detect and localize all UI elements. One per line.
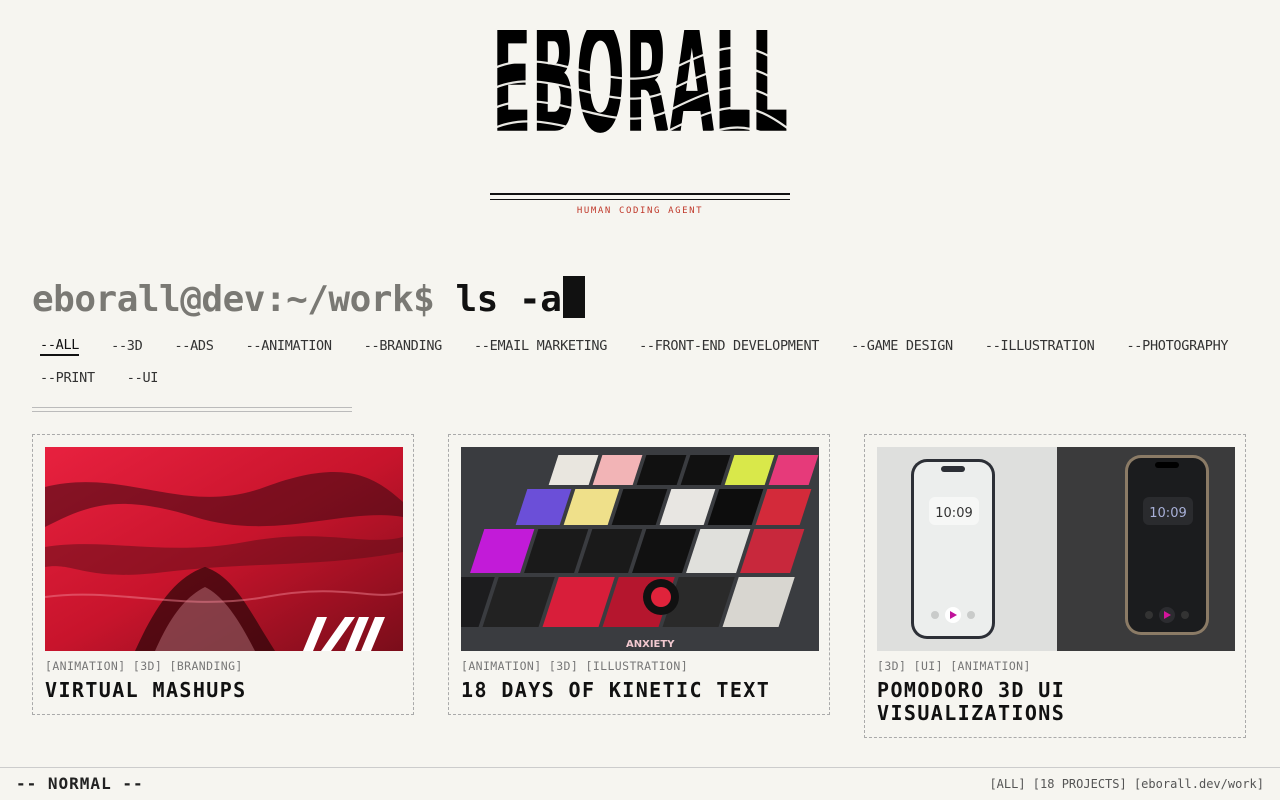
poster-grid-image: ANXIETY [461, 447, 819, 651]
project-title[interactable]: VIRTUAL MASHUPS [45, 679, 401, 702]
site-logo[interactable]: EBORALL HUMAN CODING AGENT [490, 30, 790, 216]
filter-ui[interactable]: --UI [127, 368, 159, 388]
project-card[interactable]: [ANIMATION] [3D] [BRANDING] VIRTUAL MASH… [32, 434, 414, 715]
logo-tagline: HUMAN CODING AGENT [576, 206, 704, 216]
cursor-block [563, 276, 586, 318]
svg-text:10:09: 10:09 [1149, 506, 1186, 521]
filter-illustration[interactable]: --ILLUSTRATION [985, 336, 1095, 356]
category-filters: --ALL --3D --ADS --ANIMATION --BRANDING … [40, 336, 1240, 388]
project-tags: [3D] [UI] [ANIMATION] [877, 659, 1031, 673]
status-bar: -- NORMAL -- [ALL] [18 PROJECTS] [eboral… [0, 767, 1280, 800]
section-divider [32, 407, 352, 412]
filter-all[interactable]: --ALL [40, 336, 79, 356]
project-card[interactable]: 10:09 10:09 [3D] [UI] [ANIMATION] POMODO… [864, 434, 1246, 738]
project-tags: [ANIMATION] [3D] [BRANDING] [45, 659, 243, 673]
prompt-user: eborall@dev:~/work$ [32, 279, 435, 320]
project-title[interactable]: 18 DAYS OF KINETIC TEXT [461, 679, 817, 702]
filter-game-design[interactable]: --GAME DESIGN [851, 336, 953, 356]
red-abstract-image [45, 447, 403, 651]
filter-ads[interactable]: --ADS [174, 336, 213, 356]
filter-front-end-development[interactable]: --FRONT-END DEVELOPMENT [639, 336, 819, 356]
filter-3d[interactable]: --3D [111, 336, 143, 356]
logo-underline [490, 193, 790, 200]
logo-wordmark: EBORALL [490, 30, 790, 166]
project-title[interactable]: POMODORO 3D UI VISUALIZATIONS [877, 679, 1233, 725]
status-info: [ALL] [18 PROJECTS] [eborall.dev/work] [989, 777, 1264, 791]
project-thumbnail[interactable]: 10:09 10:09 [877, 447, 1235, 651]
mode-indicator: -- NORMAL -- [16, 774, 144, 793]
project-tags: [ANIMATION] [3D] [ILLUSTRATION] [461, 659, 689, 673]
terminal-prompt: eborall@dev:~/work$ ls -a [32, 276, 586, 322]
filter-animation[interactable]: --ANIMATION [246, 336, 332, 356]
svg-text:ANXIETY: ANXIETY [626, 639, 675, 650]
svg-text:10:09: 10:09 [935, 506, 972, 521]
project-thumbnail[interactable]: ANXIETY [461, 447, 819, 651]
filter-email-marketing[interactable]: --EMAIL MARKETING [474, 336, 607, 356]
filter-branding[interactable]: --BRANDING [364, 336, 443, 356]
project-card[interactable]: ANXIETY [ANIMATION] [3D] [ILLUSTRATION] … [448, 434, 830, 715]
prompt-command: ls -a [455, 279, 562, 320]
filter-print[interactable]: --PRINT [40, 368, 95, 388]
filter-photography[interactable]: --PHOTOGRAPHY [1126, 336, 1228, 356]
phones-image: 10:09 10:09 [877, 447, 1235, 651]
project-thumbnail[interactable] [45, 447, 403, 651]
